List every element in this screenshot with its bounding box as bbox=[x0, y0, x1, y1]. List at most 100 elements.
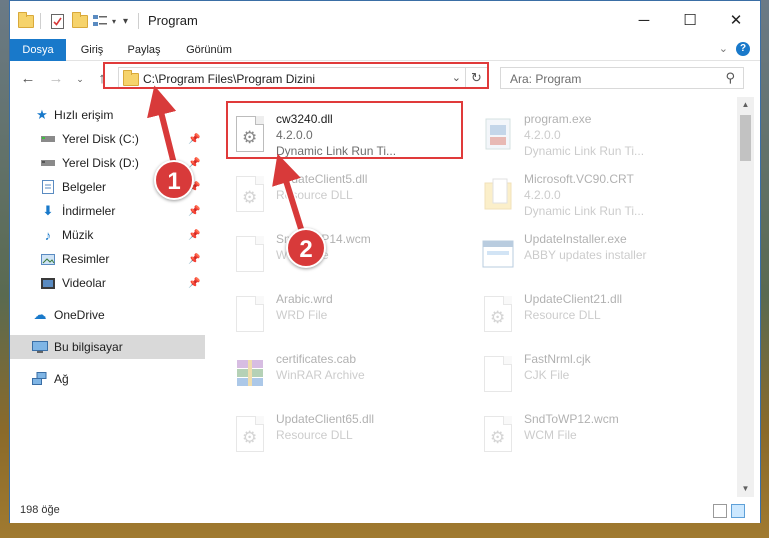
nav-item-label: Ağ bbox=[54, 372, 69, 386]
window-title: Program bbox=[148, 13, 198, 28]
search-icon: ⚲ bbox=[725, 70, 735, 85]
nav-item-label: Yerel Disk (D:) bbox=[62, 156, 139, 170]
large-icons-view-icon[interactable] bbox=[731, 504, 745, 518]
navigation-pane: ★ Hızlı erişim Yerel Disk (C:) 📌 Yerel D… bbox=[10, 97, 205, 497]
file-item-certificates-cab[interactable]: certificates.cab WinRAR Archive bbox=[228, 343, 463, 403]
search-placeholder: Ara: Program bbox=[510, 72, 582, 86]
file-item-updateclient21-dll[interactable]: ⚙ UpdateClient21.dll Resource DLL bbox=[476, 283, 711, 343]
star-icon: ★ bbox=[36, 107, 48, 122]
computer-icon bbox=[32, 339, 48, 355]
file-item-arabic-wrd[interactable]: Arabic.wrd WRD File bbox=[228, 283, 463, 343]
separator bbox=[40, 11, 41, 31]
title-bar: ▾ ▾ Program ─ ☐ ✕ bbox=[10, 1, 760, 39]
file-description: ABBY updates installer bbox=[524, 248, 647, 262]
tab-view[interactable]: Görünüm bbox=[178, 39, 240, 61]
ribbon-tabs: Dosya Giriş Paylaş Görünüm ⌄ ? bbox=[10, 39, 760, 99]
file-description: Dynamic Link Run Ti... bbox=[524, 204, 645, 218]
cloud-icon: ☁ bbox=[33, 307, 47, 322]
scroll-down-icon[interactable]: ▼ bbox=[737, 481, 754, 497]
pictures-icon bbox=[40, 251, 56, 267]
address-highlight-box bbox=[103, 62, 489, 89]
file-item-fastnrml-cjk[interactable]: FastNrml.cjk CJK File bbox=[476, 343, 711, 403]
details-view-icon[interactable] bbox=[713, 504, 727, 518]
nav-item-label: OneDrive bbox=[54, 308, 105, 322]
file-type: Resource DLL bbox=[524, 308, 601, 322]
callout-step-1: 1 bbox=[154, 160, 194, 200]
expand-ribbon-icon[interactable]: ⌄ bbox=[719, 42, 728, 55]
network-icon bbox=[32, 371, 48, 387]
file-type: WCM File bbox=[524, 428, 577, 442]
close-button[interactable]: ✕ bbox=[713, 1, 759, 39]
file-type: WRD File bbox=[276, 308, 328, 322]
file-name: Microsoft.VC90.CRT bbox=[524, 172, 634, 186]
file-type: Resource DLL bbox=[276, 188, 353, 202]
nav-item-label: Videolar bbox=[62, 276, 106, 290]
nav-item-label: Müzik bbox=[62, 228, 94, 242]
nav-item-label: Yerel Disk (C:) bbox=[62, 132, 139, 146]
tab-share[interactable]: Paylaş bbox=[122, 39, 166, 61]
pin-icon: 📌 bbox=[188, 133, 201, 145]
nav-item-label: Hızlı erişim bbox=[54, 108, 114, 122]
new-folder-icon[interactable] bbox=[72, 11, 88, 31]
tab-home[interactable]: Giriş bbox=[74, 39, 110, 61]
nav-item-label: Resimler bbox=[62, 252, 110, 266]
recent-locations-icon[interactable]: ⌄ bbox=[70, 69, 90, 89]
help-icon[interactable]: ? bbox=[736, 42, 750, 56]
dll-icon: ⚙ bbox=[232, 173, 268, 215]
minimize-button[interactable]: ─ bbox=[621, 1, 667, 39]
file-icon bbox=[232, 233, 268, 275]
drive-icon bbox=[40, 131, 56, 147]
view-options-icon[interactable]: ▾ bbox=[93, 11, 116, 31]
archive-icon bbox=[232, 353, 268, 395]
nav-item-pictures[interactable]: Resimler 📌 bbox=[10, 247, 205, 271]
installer-icon bbox=[480, 233, 516, 275]
file-version: 4.2.0.0 bbox=[524, 188, 561, 202]
forward-button[interactable]: → bbox=[46, 69, 66, 89]
dll-icon: ⚙ bbox=[480, 293, 516, 335]
back-button[interactable]: ← bbox=[18, 69, 38, 89]
scroll-up-icon[interactable]: ▲ bbox=[737, 97, 754, 113]
file-item-sndtowp14-wcm[interactable]: SndToWP14.wcm WCM File bbox=[228, 223, 463, 283]
nav-item-this-pc[interactable]: Bu bilgisayar bbox=[10, 335, 205, 359]
nav-item-quick-access[interactable]: ★ Hızlı erişim bbox=[10, 103, 205, 127]
nav-item-label: İndirmeler bbox=[62, 204, 116, 218]
nav-item-label: Belgeler bbox=[62, 180, 107, 194]
nav-item-downloads[interactable]: ⬇ İndirmeler 📌 bbox=[10, 199, 205, 223]
nav-item-music[interactable]: ♪ Müzik 📌 bbox=[10, 223, 205, 247]
file-item-sndtowp12-wcm[interactable]: ⚙ SndToWP12.wcm WCM File bbox=[476, 403, 711, 463]
exe-icon bbox=[480, 113, 516, 155]
file-item-updateinstaller-exe[interactable]: UpdateInstaller.exe ABBY updates install… bbox=[476, 223, 711, 283]
nav-item-disk-c[interactable]: Yerel Disk (C:) 📌 bbox=[10, 127, 205, 151]
file-type: WinRAR Archive bbox=[276, 368, 365, 382]
scroll-thumb[interactable] bbox=[740, 115, 751, 161]
pin-icon: 📌 bbox=[188, 253, 201, 265]
search-box[interactable]: Ara: Program ⚲ bbox=[500, 67, 744, 89]
file-name: UpdateClient21.dll bbox=[524, 292, 623, 306]
properties-icon[interactable] bbox=[50, 11, 64, 31]
dll-icon: ⚙ bbox=[232, 413, 268, 455]
documents-icon bbox=[40, 179, 56, 195]
pin-icon: 📌 bbox=[188, 229, 201, 241]
maximize-button[interactable]: ☐ bbox=[667, 1, 713, 39]
file-highlight-box bbox=[226, 101, 463, 159]
file-item-updateclient5-dll[interactable]: ⚙ UpdateClient5.dll Resource DLL bbox=[228, 163, 463, 223]
file-name: UpdateClient5.dll bbox=[276, 172, 368, 186]
dll-icon: ⚙ bbox=[480, 413, 516, 455]
file-name: certificates.cab bbox=[276, 352, 357, 366]
nav-item-onedrive[interactable]: ☁ OneDrive bbox=[10, 303, 205, 327]
folder-icon bbox=[480, 173, 516, 215]
file-item-updateclient65-dll[interactable]: ⚙ UpdateClient65.dll Resource DLL bbox=[228, 403, 463, 463]
nav-item-label: Bu bilgisayar bbox=[54, 340, 123, 354]
nav-item-videos[interactable]: Videolar 📌 bbox=[10, 271, 205, 295]
vertical-scrollbar[interactable]: ▲ ▼ bbox=[737, 97, 754, 497]
file-icon bbox=[232, 293, 268, 335]
videos-icon bbox=[40, 275, 56, 291]
file-item-program-exe[interactable]: program.exe 4.2.0.0 Dynamic Link Run Ti.… bbox=[476, 103, 711, 163]
customize-toolbar-icon[interactable]: ▾ bbox=[123, 11, 128, 31]
file-name: FastNrml.cjk bbox=[524, 352, 591, 366]
nav-item-network[interactable]: Ağ bbox=[10, 367, 205, 391]
callout-step-2: 2 bbox=[286, 228, 326, 268]
file-item-microsoft-vc90-crt[interactable]: Microsoft.VC90.CRT 4.2.0.0 Dynamic Link … bbox=[476, 163, 711, 223]
music-icon: ♪ bbox=[44, 227, 52, 243]
pin-icon: 📌 bbox=[188, 205, 201, 217]
